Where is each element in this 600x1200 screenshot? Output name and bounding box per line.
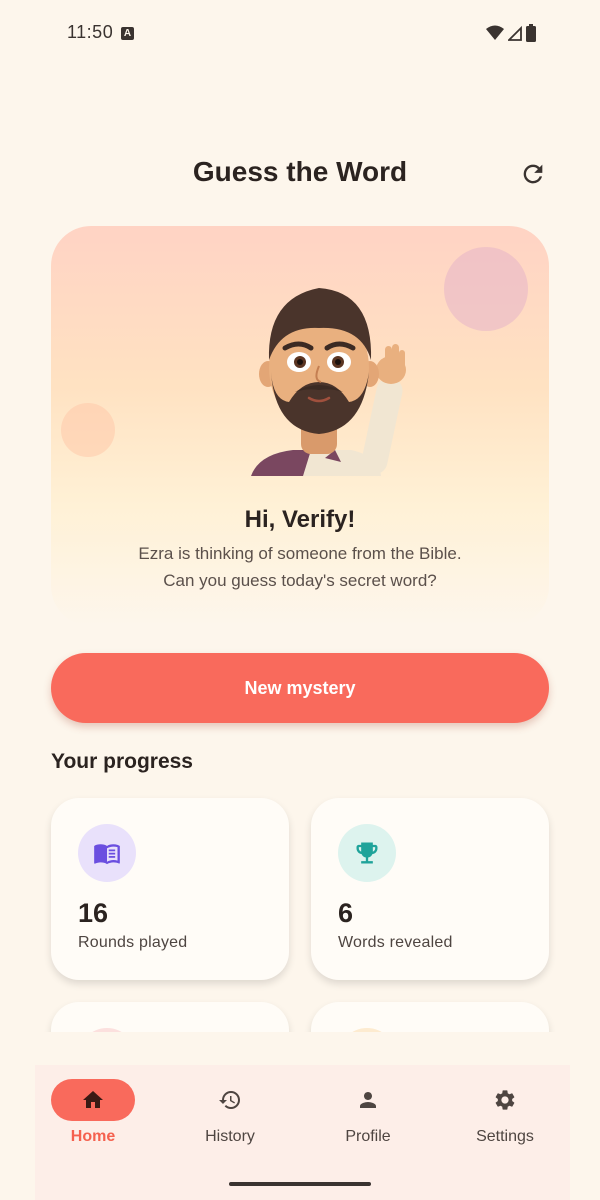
trophy-icon — [356, 842, 378, 864]
progress-section-title: Your progress — [51, 750, 193, 773]
nav-pill — [188, 1079, 272, 1121]
status-bar: 11:50 A — [0, 0, 600, 64]
stat-icon-circle — [78, 824, 136, 882]
nav-item-home[interactable]: Home — [35, 1079, 155, 1159]
nav-pill — [463, 1079, 547, 1121]
nav-active-pill — [51, 1079, 135, 1121]
person-icon — [360, 1092, 376, 1108]
nav-item-settings[interactable]: Settings — [447, 1079, 567, 1159]
nav-label-home: Home — [70, 1128, 116, 1145]
hero-card: Hi, Verify! Ezra is thinking of someone … — [51, 226, 549, 626]
refresh-icon[interactable] — [519, 160, 547, 188]
a-icon: A — [121, 27, 134, 40]
hero-description-line2: Can you guess today's secret word? — [163, 571, 437, 590]
stat-label: Words revealed — [338, 934, 453, 951]
hero-description: Ezra is thinking of someone from the Bib… — [51, 540, 549, 594]
stat-label: Rounds played — [78, 934, 188, 951]
new-mystery-button[interactable]: New mystery — [51, 653, 549, 723]
nav-label-history: History — [205, 1128, 255, 1145]
nav-item-profile[interactable]: Profile — [310, 1079, 430, 1159]
battery-icon — [526, 24, 536, 42]
stat-icon-circle — [338, 824, 396, 882]
nav-item-history[interactable]: History — [172, 1079, 292, 1159]
stat-card-rounds[interactable]: 16 Rounds played — [51, 798, 289, 980]
status-time: 11:50 — [67, 22, 114, 42]
page-title: Guess the Word — [192, 156, 408, 187]
book-icon — [94, 844, 120, 865]
stat-value: 6 — [338, 898, 354, 928]
nav-label-profile: Profile — [345, 1128, 391, 1145]
nav-label-settings: Settings — [476, 1128, 534, 1145]
gesture-bar[interactable] — [229, 1182, 371, 1186]
decorative-bubble — [444, 247, 528, 331]
nav-pill — [326, 1079, 410, 1121]
signal-icon — [508, 25, 522, 41]
status-icons — [486, 24, 536, 42]
wifi-icon — [486, 25, 504, 40]
waving-character-avatar — [251, 288, 406, 476]
greeting: Hi, Verify! — [244, 506, 356, 533]
hero-description-line1: Ezra is thinking of someone from the Bib… — [138, 544, 462, 563]
bottom-nav: Home History Profile Settings — [35, 1065, 570, 1200]
gear-icon — [495, 1090, 515, 1110]
decorative-bubble — [61, 403, 115, 457]
home-icon — [83, 1091, 103, 1108]
stat-value: 16 — [78, 898, 109, 928]
stat-card-words[interactable]: 6 Words revealed — [311, 798, 549, 980]
history-icon — [219, 1091, 240, 1109]
